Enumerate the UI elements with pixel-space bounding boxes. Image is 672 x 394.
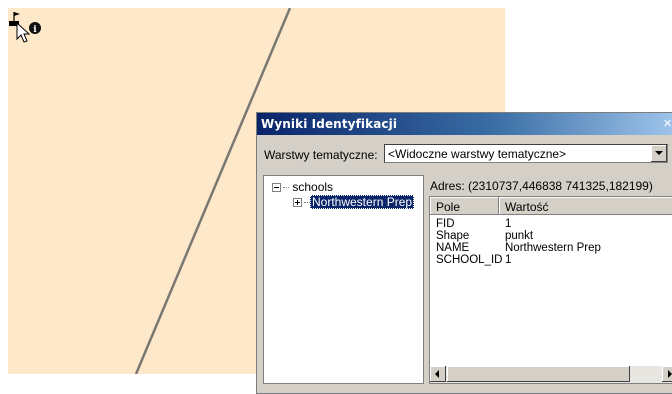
table-row[interactable]: NAME Northwestern Prep	[430, 242, 672, 254]
attributes-grid: Pole Wartość FID 1 Shape punkt NAME Nort…	[429, 196, 672, 384]
tree-node-label: schools	[292, 180, 334, 194]
dialog-title: Wyniki Identyfikacji	[261, 117, 398, 131]
dropdown-arrow-button[interactable]	[650, 145, 667, 162]
address-label: Adres: (2310737,446838 741325,182199)	[430, 179, 653, 193]
collapse-icon[interactable]	[272, 183, 281, 193]
scroll-left-button[interactable]	[430, 366, 446, 382]
table-row[interactable]: SCHOOL_ID 1	[430, 254, 672, 266]
field-value: Northwestern Prep	[505, 242, 601, 254]
column-header-field[interactable]: Pole	[430, 197, 499, 215]
identify-cursor-icon: i	[9, 12, 41, 43]
column-header-value[interactable]: Wartość	[499, 197, 672, 215]
table-row[interactable]: Shape punkt	[430, 230, 672, 242]
tree-node-feature[interactable]: Northwestern Prep	[293, 195, 415, 209]
grid-header: Pole Wartość	[430, 197, 672, 215]
field-name: NAME	[436, 242, 470, 254]
field-value: 1	[505, 254, 512, 266]
tree-node-label-selected: Northwestern Prep	[310, 195, 415, 209]
flag-icon	[14, 12, 20, 16]
field-value: punkt	[505, 230, 534, 242]
field-value: 1	[505, 218, 512, 230]
svg-text:i: i	[33, 25, 37, 35]
layers-label: Warstwy tematyczne:	[264, 148, 378, 162]
scroll-right-button[interactable]	[662, 366, 672, 382]
identify-results-dialog: Wyniki Identyfikacji ✕ Warstwy tematyczn…	[256, 112, 672, 394]
close-icon[interactable]: ✕	[663, 117, 672, 130]
dialog-titlebar[interactable]: Wyniki Identyfikacji ✕	[257, 113, 672, 135]
results-tree: schools Northwestern Prep	[263, 175, 424, 384]
arrow-left-icon	[435, 370, 439, 378]
table-row[interactable]: FID 1	[430, 218, 672, 230]
arrow-right-icon	[668, 370, 672, 378]
tree-node-schools[interactable]: schools	[272, 180, 333, 194]
tree-connector	[283, 187, 289, 189]
horizontal-scrollbar[interactable]	[430, 366, 672, 383]
expand-icon[interactable]	[293, 198, 302, 208]
layers-dropdown-value: <Widoczne warstwy tematyczne>	[388, 147, 567, 161]
field-name: Shape	[436, 230, 470, 242]
scroll-thumb[interactable]	[447, 366, 630, 382]
layers-dropdown[interactable]: <Widoczne warstwy tematyczne>	[384, 144, 668, 163]
chevron-down-icon	[655, 151, 663, 155]
field-name: SCHOOL_ID	[436, 254, 503, 266]
field-name: FID	[436, 218, 455, 230]
